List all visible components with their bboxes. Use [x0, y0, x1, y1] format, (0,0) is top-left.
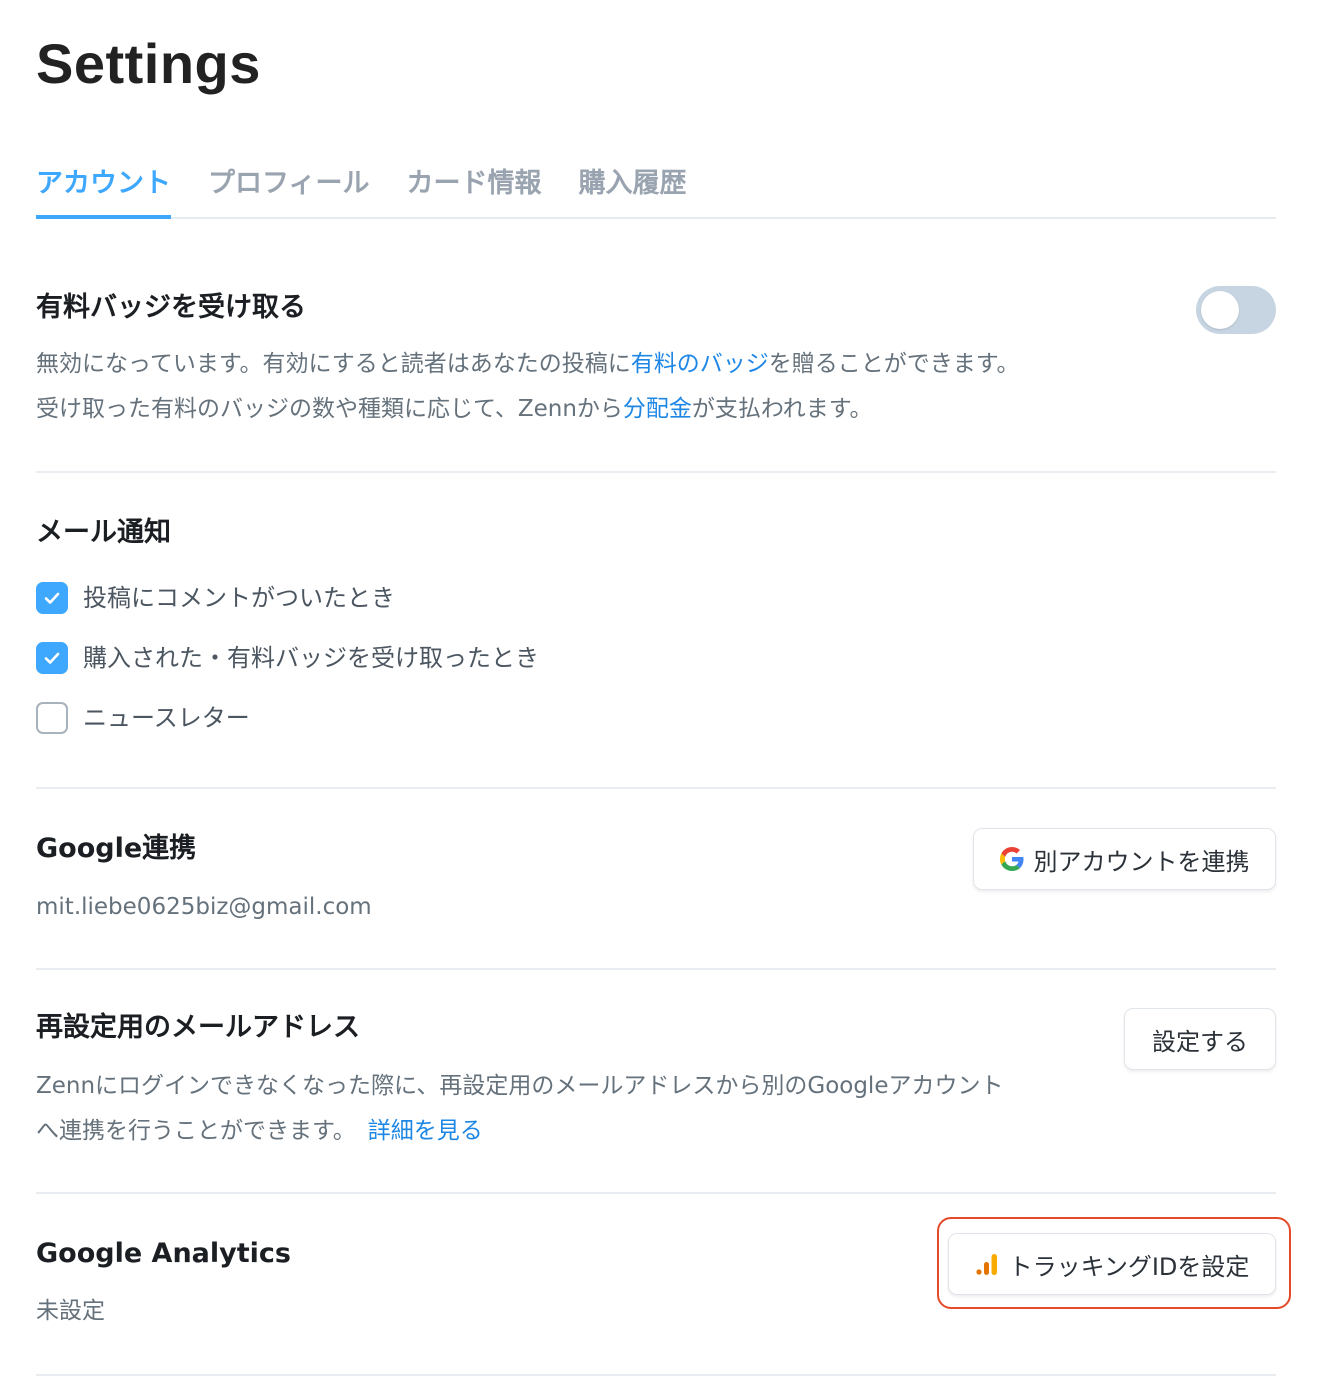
set-recovery-email-button[interactable]: 設定する [1124, 1008, 1276, 1070]
checkbox-label: ニュースレター [83, 704, 250, 732]
mail-notification-section: メール通知 投稿にコメントがついたとき 購入された・有料バッジを受け取ったとき … [36, 473, 1276, 789]
paid-badge-link[interactable]: 有料のバッジ [631, 351, 769, 377]
recovery-description-line2: へ連携を行うことができます。 詳細を見る [36, 1109, 483, 1154]
google-link-title: Google連携 [36, 833, 197, 864]
paid-badge-section: 有料バッジを受け取る 無効になっています。有効にすると読者はあなたの投稿に有料の… [36, 217, 1276, 473]
paid-badge-description-line2: 受け取った有料のバッジの数や種類に応じて、Zennから分配金が支払われます。 [36, 387, 872, 432]
tab-purchase-history[interactable]: 購入履歴 [578, 160, 686, 217]
checkbox-checked[interactable] [36, 642, 68, 674]
recovery-email-section: 再設定用のメールアドレス Zennにログインできなくなった際に、再設定用のメール… [36, 970, 1276, 1194]
notify-newsletter-option[interactable]: ニュースレター [36, 700, 250, 736]
check-icon [44, 592, 60, 604]
toggle-knob [1201, 291, 1239, 329]
mail-notification-title: メール通知 [36, 517, 171, 548]
page-title: Settings [36, 32, 261, 95]
tracking-id-label: トラッキングIDを設定 [1008, 1252, 1250, 1281]
checkbox-label: 投稿にコメントがついたとき [83, 584, 395, 612]
checkbox-checked[interactable] [36, 582, 68, 614]
settings-tabs: アカウント プロフィール カード情報 購入履歴 [36, 160, 1276, 219]
link-account-label: 別アカウントを連携 [1033, 847, 1250, 876]
description-text: 受け取った有料のバッジの数や種類に応じて、Zennから [36, 396, 623, 422]
google-account-email: mit.liebe0625biz@gmail.com [36, 894, 372, 920]
tab-account[interactable]: アカウント [36, 160, 171, 219]
check-icon [44, 652, 60, 664]
recovery-description-line1: Zennにログインできなくなった際に、再設定用のメールアドレスから別のGoogl… [36, 1073, 1004, 1099]
checkbox-label: 購入された・有料バッジを受け取ったとき [83, 644, 539, 672]
tab-profile[interactable]: プロフィール [208, 160, 369, 217]
payout-link[interactable]: 分配金 [623, 396, 692, 422]
checkbox-unchecked[interactable] [36, 702, 68, 734]
see-details-link[interactable]: 詳細を見る [368, 1118, 483, 1144]
description-text: へ連携を行うことができます。 [36, 1118, 356, 1144]
description-text: が支払われます。 [691, 396, 873, 422]
analytics-status: 未設定 [36, 1298, 105, 1324]
recovery-email-title: 再設定用のメールアドレス [36, 1012, 360, 1043]
analytics-icon [975, 1252, 999, 1276]
paid-badge-description-line1: 無効になっています。有効にすると読者はあなたの投稿に有料のバッジを贈ることができ… [36, 342, 1019, 387]
description-text: を贈ることができます。 [768, 351, 1020, 377]
set-tracking-id-button[interactable]: トラッキングIDを設定 [948, 1233, 1276, 1295]
description-text: 無効になっています。有効にすると読者はあなたの投稿に [36, 351, 631, 377]
paid-badge-toggle[interactable] [1196, 286, 1276, 334]
paid-badge-title: 有料バッジを受け取る [36, 292, 306, 323]
notify-purchase-option[interactable]: 購入された・有料バッジを受け取ったとき [36, 640, 539, 676]
notify-comment-option[interactable]: 投稿にコメントがついたとき [36, 580, 395, 616]
tab-card-info[interactable]: カード情報 [406, 160, 541, 217]
link-another-account-button[interactable]: 別アカウントを連携 [973, 828, 1276, 890]
google-analytics-title: Google Analytics [36, 1238, 291, 1269]
google-icon [999, 847, 1024, 871]
